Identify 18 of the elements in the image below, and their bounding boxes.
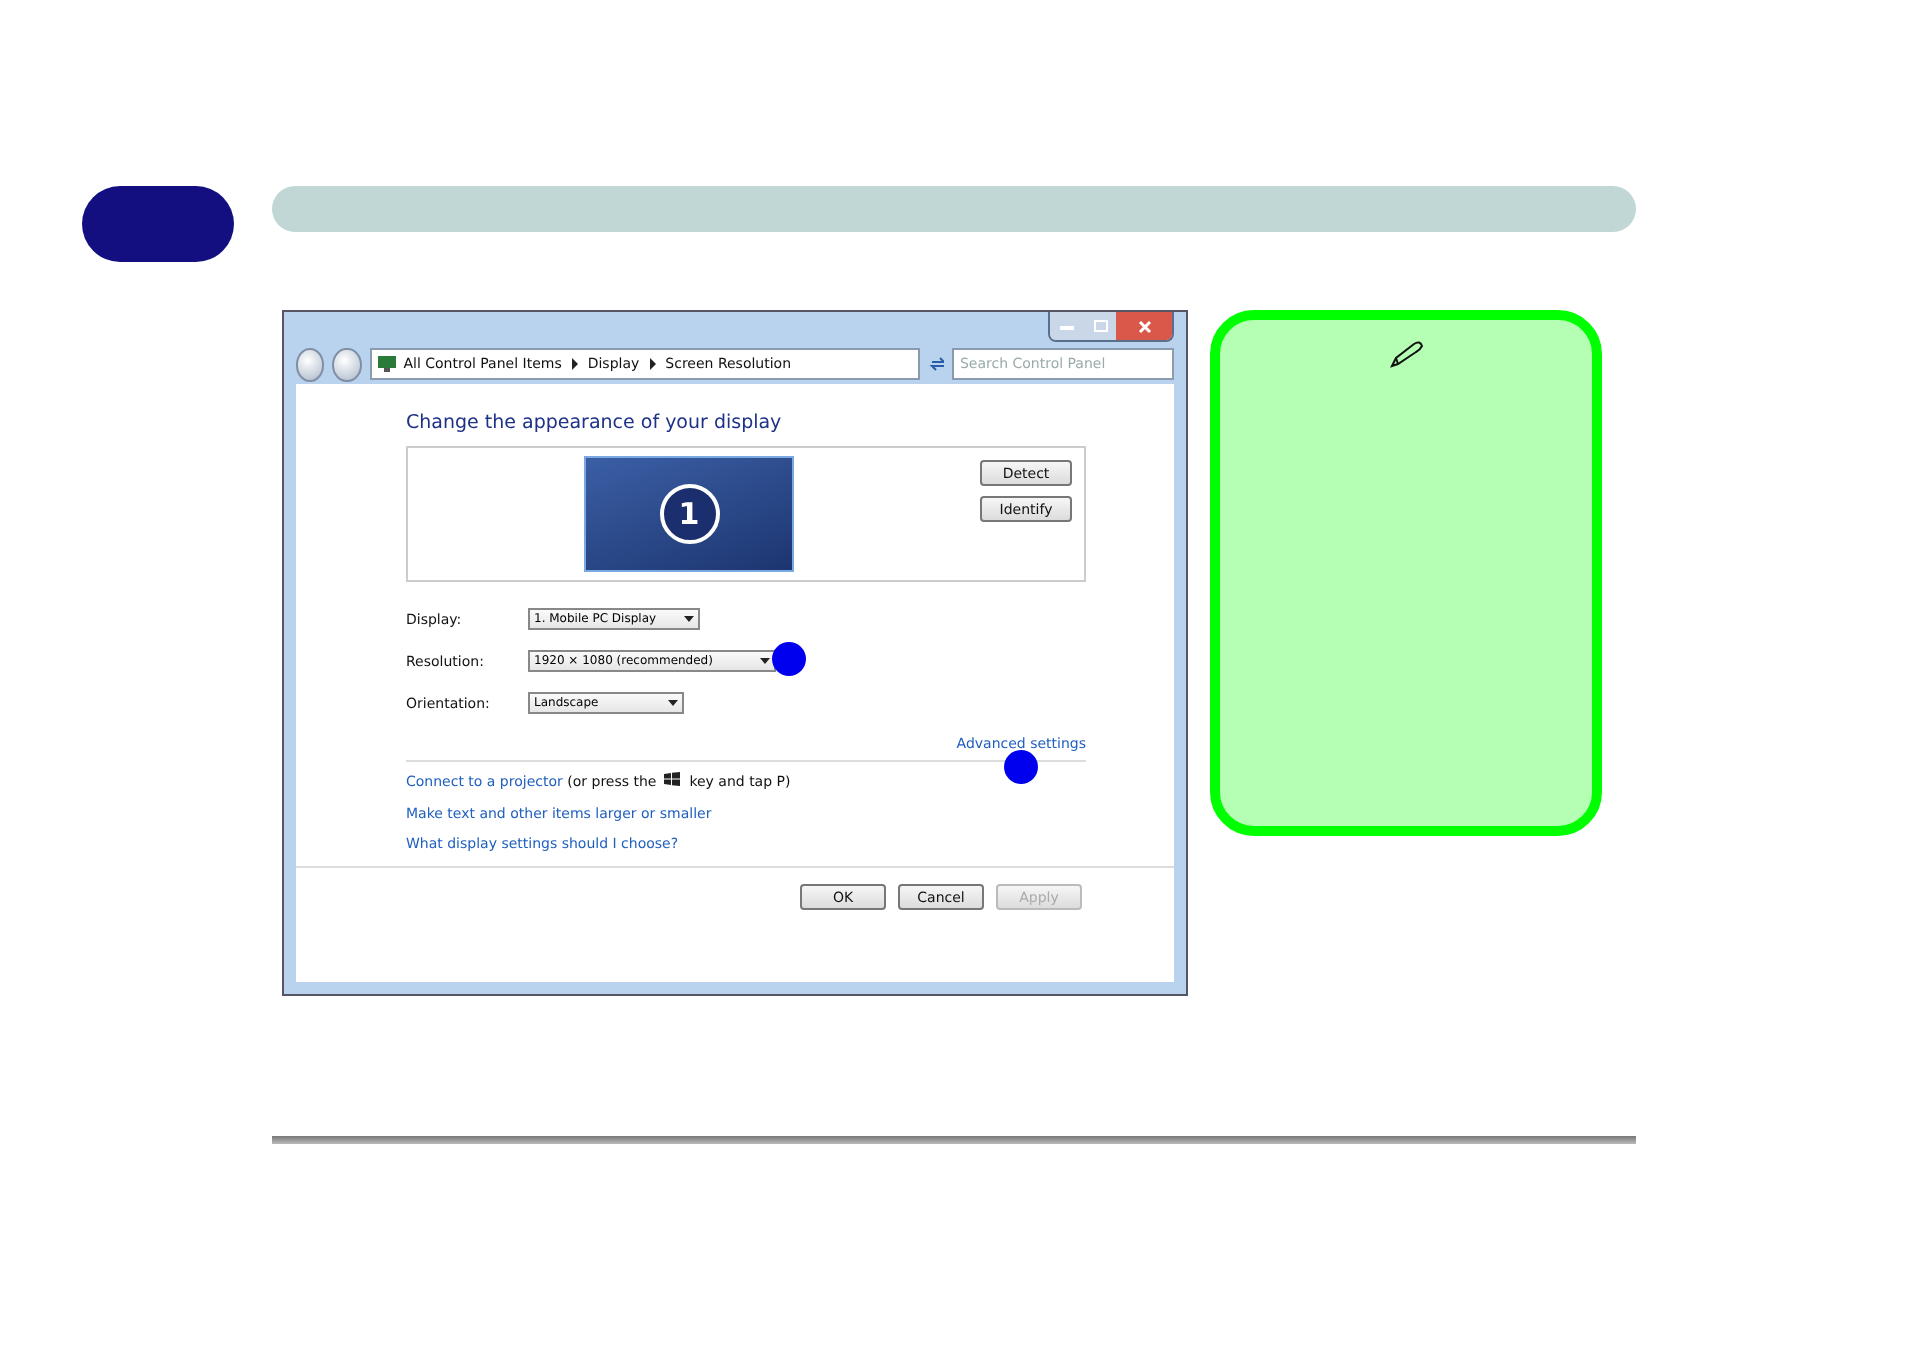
monitor-number: 1 — [659, 484, 719, 544]
close-button[interactable] — [1116, 312, 1172, 340]
page-heading: Change the appearance of your display — [406, 412, 784, 434]
windows-logo-icon — [664, 772, 681, 786]
dropdown-arrow-icon — [668, 700, 678, 706]
monitor-icon — [377, 356, 396, 372]
close-icon — [1137, 319, 1151, 333]
back-button[interactable] — [296, 347, 325, 381]
forward-button[interactable] — [332, 347, 362, 381]
breadcrumb-arrow-icon — [569, 358, 580, 370]
pen-icon — [1389, 340, 1423, 368]
maximize-icon — [1093, 320, 1107, 332]
minimize-icon — [1060, 323, 1074, 329]
dropdown-arrow-icon — [684, 616, 694, 622]
dropdown-arrow-icon — [760, 658, 770, 664]
refresh-icon[interactable] — [927, 354, 944, 374]
breadcrumb-arrow-icon — [647, 358, 658, 370]
monitor-thumbnail[interactable]: 1 — [584, 456, 794, 572]
